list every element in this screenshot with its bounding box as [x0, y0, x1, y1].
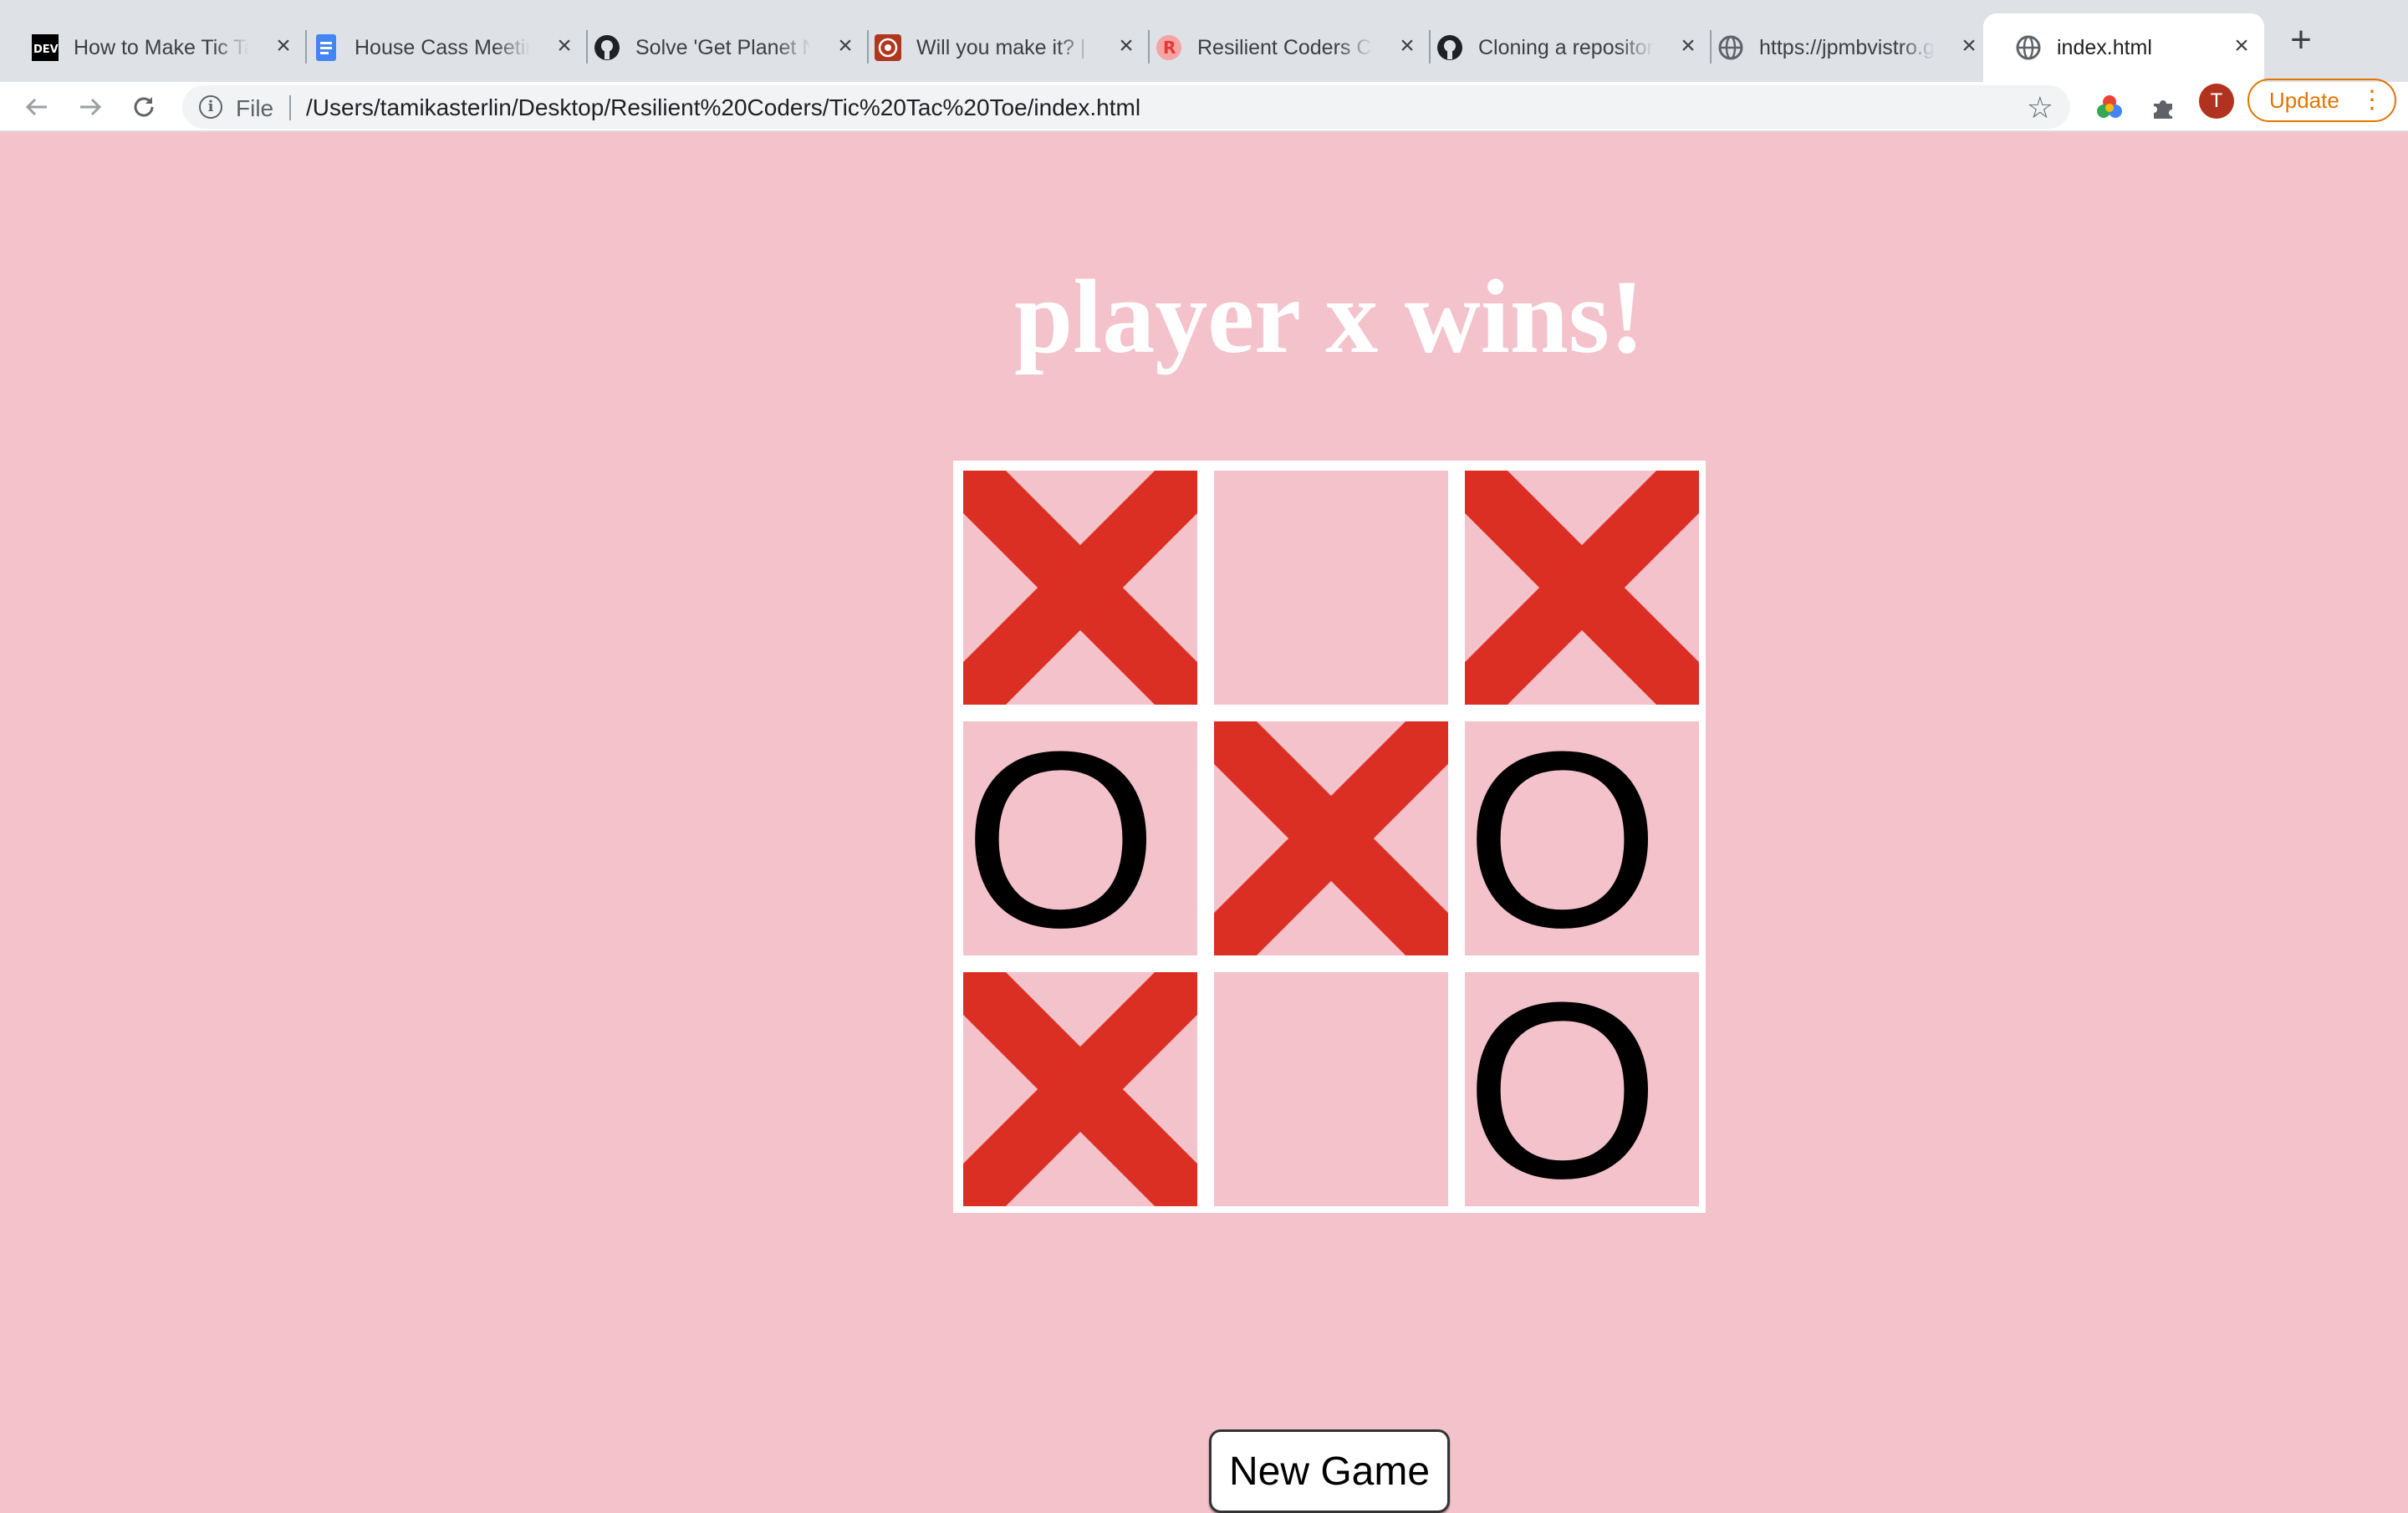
forward-button[interactable] — [72, 89, 109, 125]
dev-icon: DEV — [32, 34, 59, 61]
resilient-icon: R — [1156, 34, 1182, 61]
game-status: player x wins! — [1014, 259, 1645, 375]
tab-title: Solve 'Get Planet Name' — [635, 35, 811, 59]
globe-icon — [2015, 34, 2042, 61]
avatar[interactable]: T — [2199, 84, 2234, 119]
tab-resilient[interactable]: R Resilient Coders Curriculum × — [1124, 13, 1431, 82]
board-cell[interactable]: O — [1465, 721, 1699, 955]
tab-cloning[interactable]: Cloning a repository × — [1405, 13, 1712, 82]
x-mark-icon — [1214, 721, 1448, 955]
arrow-left-icon — [25, 98, 47, 116]
close-icon[interactable]: × — [1956, 33, 1982, 59]
update-button[interactable]: Update ⋮ — [2247, 79, 2396, 122]
tab-title: How to Make Tic Tac Toe — [74, 35, 249, 59]
more-icon[interactable]: ⋮ — [2360, 80, 2385, 120]
page-content: player x wins! OOO New Game — [0, 132, 2408, 1513]
codewars-icon — [875, 34, 901, 61]
docs-icon — [313, 34, 339, 61]
reload-button[interactable] — [125, 89, 162, 125]
back-button[interactable] — [18, 89, 55, 125]
board-cell[interactable] — [963, 972, 1197, 1206]
board-cell[interactable] — [963, 471, 1197, 705]
tab-codewars[interactable]: Will you make it? | Codewars × — [843, 13, 1150, 82]
board-cell[interactable] — [1214, 471, 1448, 705]
svg-text:R: R — [1163, 38, 1176, 58]
github-icon — [594, 34, 620, 61]
x-mark-icon — [1465, 471, 1699, 705]
arrow-right-icon — [80, 98, 102, 116]
address-bar[interactable]: i File /Users/tamikasterlin/Desktop/Resi… — [182, 85, 2070, 129]
close-icon[interactable]: × — [2229, 33, 2254, 59]
bookmark-star-icon[interactable]: ☆ — [2027, 90, 2053, 125]
color-picker-extension-icon[interactable] — [2095, 94, 2124, 122]
board-cell[interactable]: O — [963, 721, 1197, 955]
board-cell[interactable]: O — [1465, 972, 1699, 1206]
board-cell[interactable] — [1465, 471, 1699, 705]
url-scheme: File — [236, 95, 274, 121]
x-mark-icon — [963, 972, 1197, 1206]
github-icon — [1436, 34, 1463, 61]
info-icon[interactable]: i — [199, 95, 222, 119]
new-tab-button[interactable]: + — [2283, 22, 2319, 60]
tab-house-cass[interactable]: House Cass Meeting × — [281, 13, 588, 82]
tab-title: index.html — [2057, 35, 2152, 59]
o-mark: O — [1465, 972, 1661, 1206]
board-cell[interactable] — [1214, 721, 1448, 955]
tab-title: Cloning a repository — [1478, 35, 1654, 59]
o-mark: O — [963, 721, 1159, 955]
tab-title: Will you make it? | Codewars — [916, 35, 1092, 59]
tab-dev[interactable]: DEV How to Make Tic Tac Toe × — [0, 13, 307, 82]
tab-title: Resilient Coders Curriculum — [1197, 35, 1373, 59]
svg-text:DEV: DEV — [33, 43, 59, 56]
board-cell[interactable] — [1214, 972, 1448, 1206]
game-board: OOO — [953, 461, 1706, 1213]
tab-solve[interactable]: Solve 'Get Planet Name' × — [562, 13, 869, 82]
url-text[interactable]: /Users/tamikasterlin/Desktop/Resilient%2… — [306, 94, 1140, 121]
globe-icon — [1717, 34, 1744, 61]
tab-title: https://jpmbvistro.github.io — [1759, 35, 1935, 59]
tab-title: House Cass Meeting — [355, 35, 530, 59]
tab-jpmbvistro[interactable]: https://jpmbvistro.github.io × — [1686, 13, 1992, 82]
new-game-button[interactable]: New Game — [1209, 1429, 1450, 1513]
reload-icon — [134, 97, 154, 117]
browser-toolbar: i File /Users/tamikasterlin/Desktop/Resi… — [0, 82, 2408, 132]
tab-index-html[interactable]: index.html × — [1983, 13, 2264, 82]
o-mark: O — [1465, 721, 1661, 955]
puzzle-icon[interactable] — [2149, 94, 2177, 122]
x-mark-icon — [963, 471, 1197, 705]
tab-strip: DEV How to Make Tic Tac Toe × House Cass… — [0, 0, 2408, 82]
